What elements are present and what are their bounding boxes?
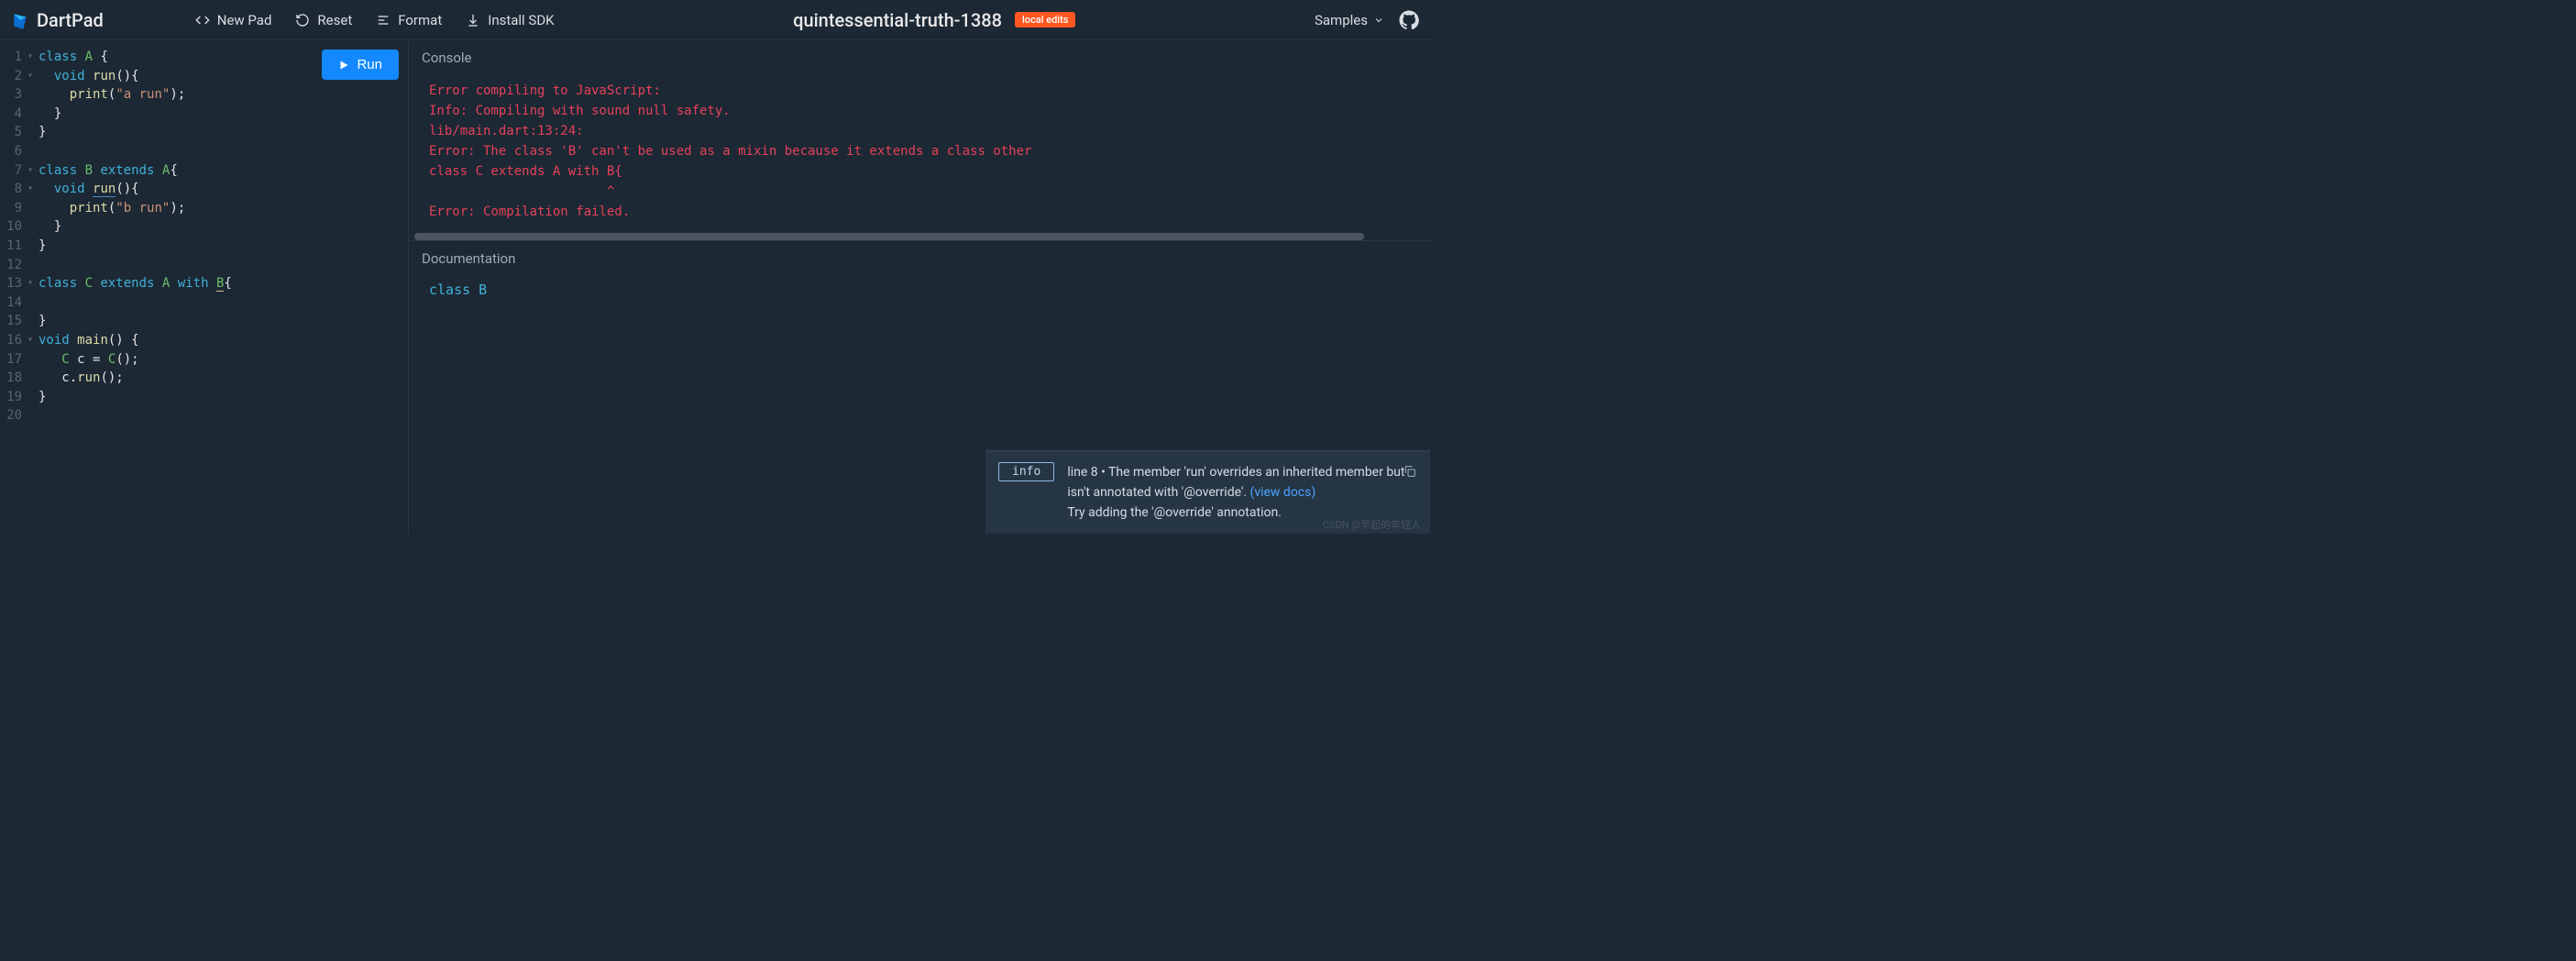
console-output: Error compiling to JavaScript: Info: Com… — [409, 75, 1430, 233]
format-icon — [376, 13, 391, 28]
editor-pane: Run 1234567891011121314151617181920 clas… — [0, 40, 408, 534]
view-docs-link[interactable]: (view docs) — [1250, 485, 1316, 500]
console-scrollbar[interactable] — [414, 233, 1425, 240]
console-header: Console — [409, 40, 1430, 75]
code-content[interactable]: class A { void run(){ print("a run"); }}… — [22, 48, 232, 425]
docs-header: Documentation — [409, 240, 1430, 276]
project-title: quintessential-truth-1388 — [793, 9, 1002, 31]
install-sdk-button[interactable]: Install SDK — [466, 12, 554, 28]
scrollbar-thumb[interactable] — [414, 233, 1364, 240]
local-edits-badge: local edits — [1015, 12, 1075, 28]
watermark: CSDN @早起的年轻人 — [1323, 517, 1421, 532]
issue-severity-tag: info — [998, 462, 1054, 481]
line-gutter: 1234567891011121314151617181920 — [0, 48, 22, 425]
play-icon — [338, 60, 349, 71]
chevron-down-icon — [1373, 15, 1384, 26]
logo[interactable]: DartPad — [11, 9, 104, 31]
new-pad-button[interactable]: New Pad — [195, 12, 272, 28]
logo-text: DartPad — [37, 9, 104, 31]
docs-body: class B — [409, 276, 1430, 309]
reset-icon — [295, 13, 310, 28]
top-toolbar: DartPad New Pad Reset Format Install SDK… — [0, 0, 1430, 40]
code-editor[interactable]: 1234567891011121314151617181920 class A … — [0, 40, 408, 425]
dart-logo-icon — [11, 11, 29, 29]
copy-icon[interactable] — [1403, 464, 1417, 479]
format-button[interactable]: Format — [376, 12, 442, 28]
toolbar-right: Samples — [1315, 10, 1419, 30]
github-icon[interactable] — [1399, 10, 1419, 30]
download-icon — [466, 13, 480, 28]
samples-dropdown[interactable]: Samples — [1315, 12, 1384, 28]
run-button[interactable]: Run — [322, 50, 399, 80]
project-title-area: quintessential-truth-1388 local edits — [793, 9, 1075, 31]
issue-message: line 8 • The member 'run' overrides an i… — [1067, 462, 1417, 523]
reset-button[interactable]: Reset — [295, 12, 352, 28]
code-icon — [195, 13, 210, 28]
toolbar-actions: New Pad Reset Format Install SDK — [195, 12, 555, 28]
